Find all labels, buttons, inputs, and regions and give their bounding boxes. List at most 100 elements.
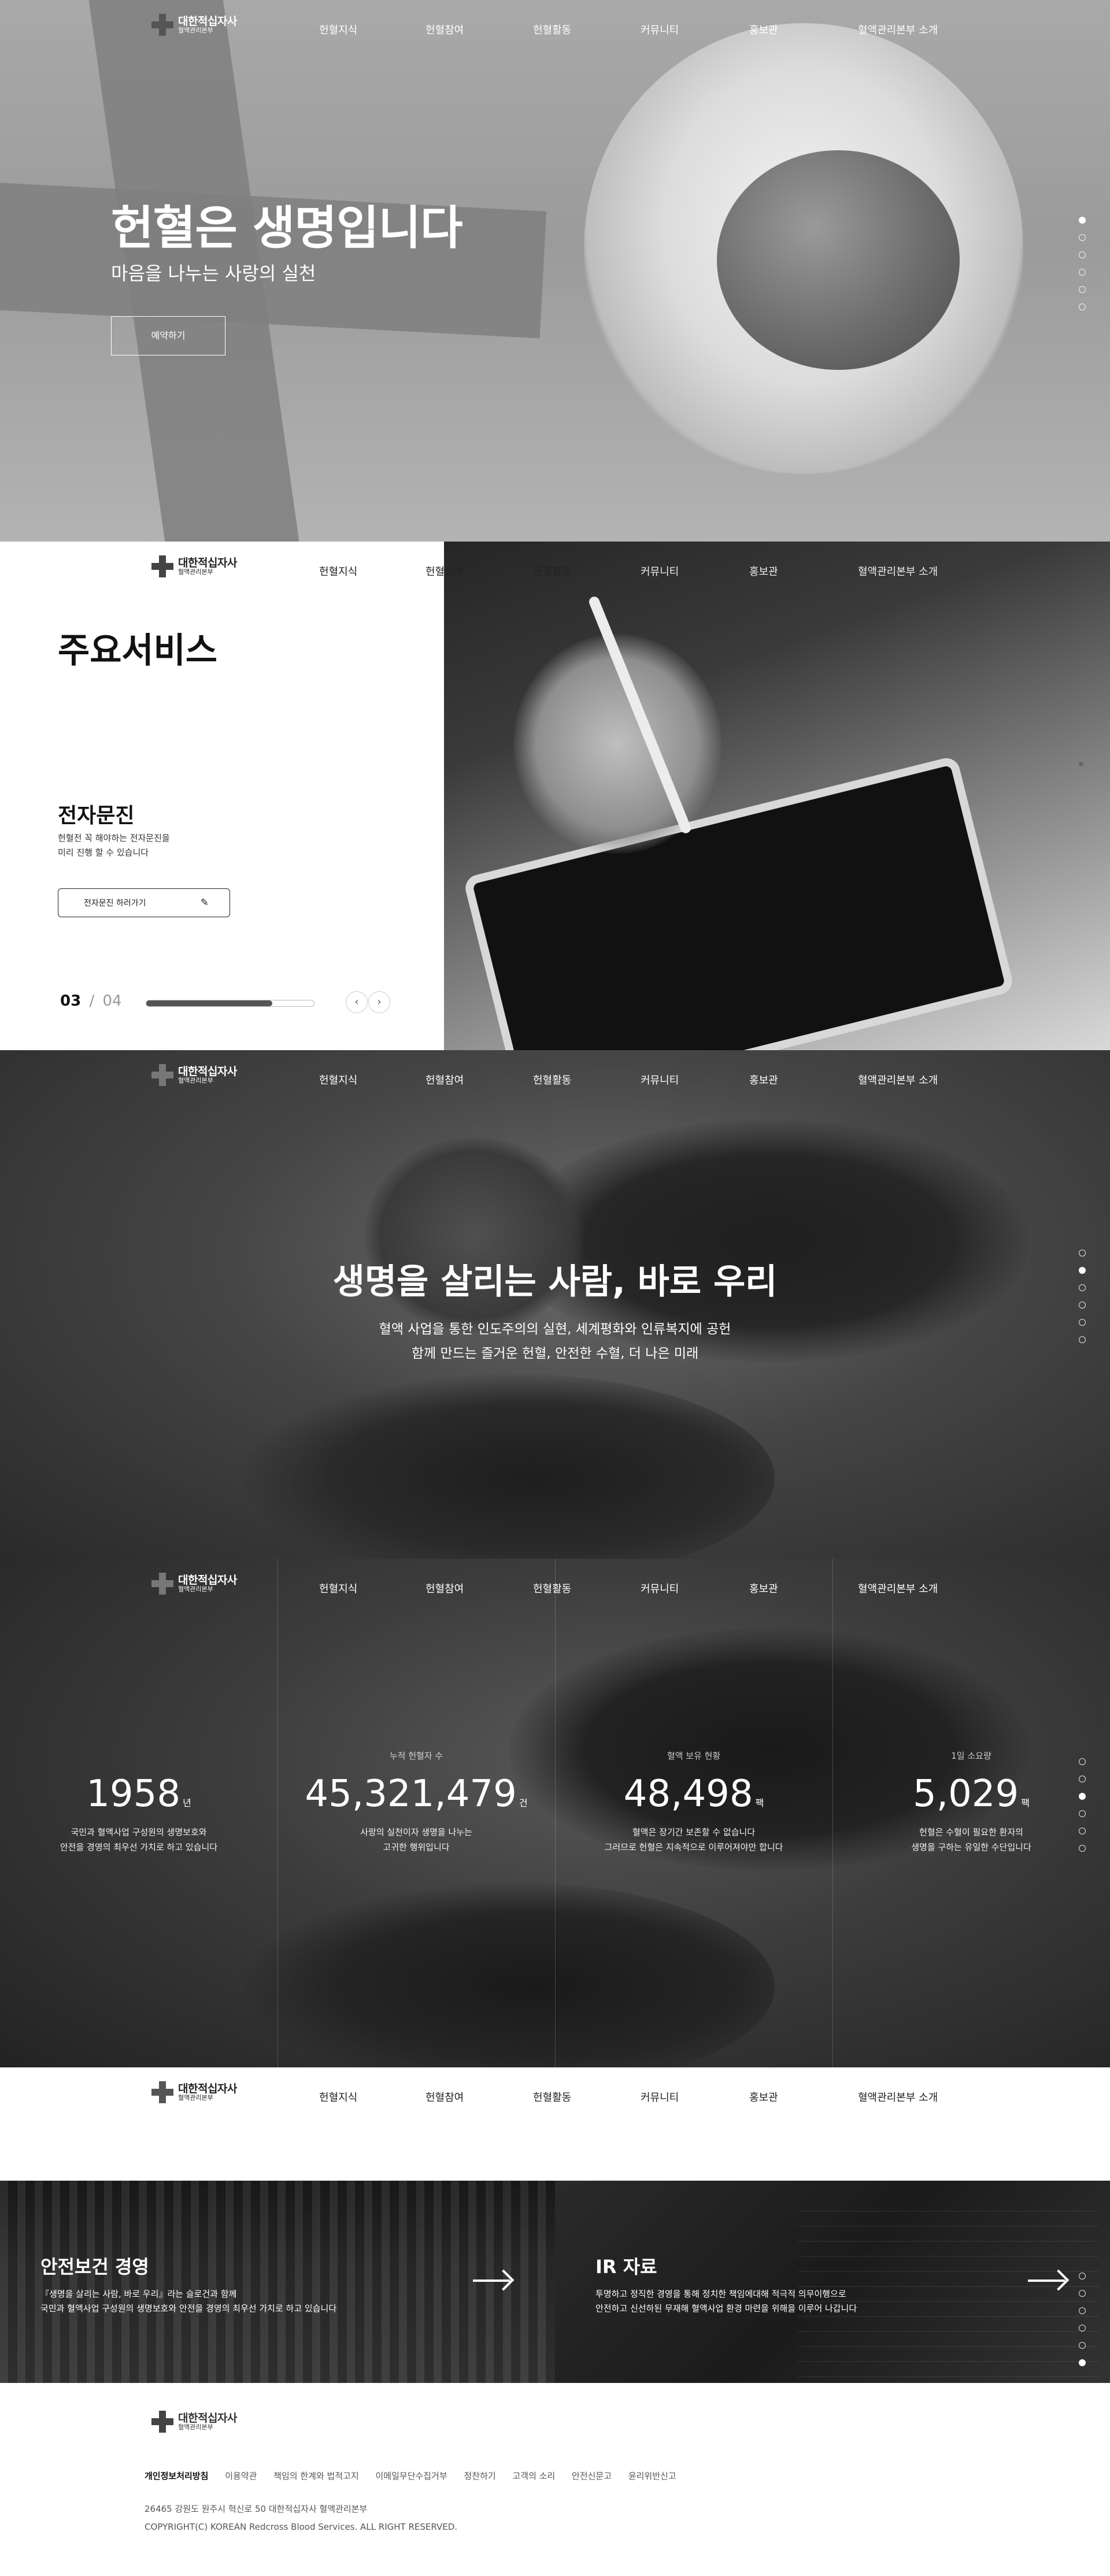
footer-link-safety-report[interactable]: 안전신문고 — [572, 2471, 612, 2481]
stat-unit: 건 — [519, 1797, 528, 1808]
pagination-dot-4[interactable] — [1079, 1810, 1086, 1817]
pagination-dot-4[interactable] — [1079, 1302, 1086, 1309]
safety-banner[interactable]: 안전보건 경영 『생명을 살리는 사람, 바로 우리』라는 슬로건과 함께 국민… — [0, 2181, 555, 2383]
pagination-dot-3[interactable] — [1079, 2307, 1086, 2314]
menu-item-pr[interactable]: 홍보관 — [749, 22, 778, 37]
pagination-dot-6[interactable] — [1079, 303, 1086, 310]
tablet-image — [444, 542, 1110, 1050]
menu-item-about[interactable]: 혈액관리본부 소개 — [858, 564, 938, 579]
menu-item-community[interactable]: 커뮤니티 — [641, 2089, 679, 2104]
ir-banner[interactable]: IR 자료 투명하고 정직한 경영을 통해 정치한 책임에대해 적극적 의무이행… — [555, 2181, 1110, 2383]
pagination-dot-3[interactable] — [1079, 1284, 1086, 1291]
logo[interactable]: 대한적십자사 혈액관리본부 — [151, 1573, 237, 1595]
menu-item-community[interactable]: 커뮤니티 — [641, 1072, 679, 1087]
menu-item-pr[interactable]: 홍보관 — [749, 2089, 778, 2104]
menu-item-pr[interactable]: 홍보관 — [749, 564, 778, 579]
logo[interactable]: 대한적십자사 혈액관리본부 — [151, 555, 237, 577]
menu-item-knowledge[interactable]: 헌혈지식 — [319, 2089, 357, 2104]
footer-link-praise[interactable]: 정찬하기 — [464, 2471, 495, 2481]
menu-item-activity[interactable]: 헌혈활동 — [533, 1072, 571, 1087]
stat-value: 45,321,479 — [305, 1773, 517, 1815]
people-title: 생명을 살리는 사람, 바로 우리 — [332, 1262, 778, 1302]
pagination-dot-2[interactable] — [1079, 1776, 1086, 1782]
menu-item-community[interactable]: 커뮤니티 — [641, 1581, 679, 1596]
footer-link-customer-voice[interactable]: 고객의 소리 — [512, 2471, 555, 2481]
menu-item-participate[interactable]: 헌혈참여 — [426, 22, 464, 37]
pagination-dot-6[interactable] — [1079, 1845, 1086, 1852]
slide-next-button[interactable]: › — [368, 991, 390, 1013]
menu-item-pr[interactable]: 홍보관 — [749, 1072, 778, 1087]
logo-sub: 혈액관리본부 — [178, 2423, 213, 2432]
footer-link-terms[interactable]: 이용약관 — [225, 2471, 257, 2481]
menu-item-community[interactable]: 커뮤니티 — [641, 22, 679, 37]
logo-name: 대한적십자사 — [178, 14, 237, 28]
red-cross-icon — [151, 14, 173, 36]
menu-item-activity[interactable]: 헌혈활동 — [533, 564, 571, 579]
menu-item-activity[interactable]: 헌혈활동 — [533, 22, 571, 37]
slide-progress-bar — [146, 1000, 314, 1007]
slide-current: 03 — [60, 992, 82, 1010]
pagination-dot-2[interactable] — [1079, 234, 1086, 241]
menu-item-activity[interactable]: 헌혈활동 — [533, 2089, 571, 2104]
red-cross-icon — [151, 1064, 173, 1086]
logo[interactable]: 대한적십자사 혈액관리본부 — [151, 1064, 237, 1086]
menu-item-participate[interactable]: 헌혈참여 — [426, 2089, 464, 2104]
menu-item-activity[interactable]: 헌혈활동 — [533, 1581, 571, 1596]
menu-item-participate[interactable]: 헌혈참여 — [426, 1072, 464, 1087]
menu-item-about[interactable]: 혈액관리본부 소개 — [858, 2089, 938, 2104]
footer-link-privacy[interactable]: 개인정보처리방침 — [145, 2471, 208, 2481]
pagination-dot-5[interactable] — [1079, 1319, 1086, 1326]
menu-item-pr[interactable]: 홍보관 — [749, 1581, 778, 1596]
hero-title: 헌혈은 생명입니다 — [111, 201, 463, 255]
pagination-dot-1[interactable] — [1079, 1758, 1086, 1765]
forest-image — [0, 2181, 555, 2383]
pagination-dot-4[interactable] — [1079, 269, 1086, 276]
footer-link-email-refusal[interactable]: 이메일무단수집거부 — [376, 2471, 447, 2481]
stats-section: 대한적십자사 혈액관리본부 헌혈지식 헌혈참여 헌혈활동 커뮤니티 홍보관 혈액… — [0, 1559, 1110, 2067]
menu-item-knowledge[interactable]: 헌혈지식 — [319, 1581, 357, 1596]
slide-prev-button[interactable]: ‹ — [346, 991, 368, 1013]
hero-subtitle: 마음을 나누는 사랑의 실천 — [111, 262, 316, 284]
stat-value: 1958 — [86, 1773, 181, 1815]
pagination-dot-2[interactable] — [1079, 2290, 1086, 2297]
top-nav-stats: 대한적십자사 혈액관리본부 헌혈지식 헌혈참여 헌혈활동 커뮤니티 홍보관 혈액… — [0, 1559, 1110, 1617]
menu-item-about[interactable]: 혈액관리본부 소개 — [858, 22, 938, 37]
menu-item-about[interactable]: 혈액관리본부 소개 — [858, 1072, 938, 1087]
footer-link-ethics-report[interactable]: 윤리위반신고 — [628, 2471, 676, 2481]
logo-sub: 혈액관리본부 — [178, 1077, 213, 1085]
pagination-dot-5[interactable] — [1079, 1828, 1086, 1834]
logo[interactable]: 대한적십자사 혈액관리본부 — [151, 14, 237, 36]
service-pagination-dot[interactable] — [1079, 762, 1083, 766]
pagination-dot-1[interactable] — [1079, 1250, 1086, 1257]
menu-item-knowledge[interactable]: 헌혈지식 — [319, 1072, 357, 1087]
menu-item-knowledge[interactable]: 헌혈지식 — [319, 22, 357, 37]
menu-item-community[interactable]: 커뮤니티 — [641, 564, 679, 579]
menu-item-about[interactable]: 혈액관리본부 소개 — [858, 1581, 938, 1596]
pagination-dot-5[interactable] — [1079, 2342, 1086, 2349]
footer-logo[interactable]: 대한적십자사 혈액관리본부 — [151, 2411, 237, 2433]
stat-desc-2: 그러므로 헌혈은 지속적으로 이루어져야만 합니다 — [604, 1842, 783, 1852]
pagination-dot-3[interactable] — [1079, 251, 1086, 258]
pagination-dot-2[interactable] — [1079, 1267, 1086, 1274]
service-panel — [0, 542, 444, 1050]
menu-item-knowledge[interactable]: 헌혈지식 — [319, 564, 357, 579]
stat-label: 누적 헌혈자 수 — [389, 1751, 443, 1761]
e-questionnaire-button[interactable]: 전자문진 하러가기 ✎ — [58, 888, 230, 917]
logo-name: 대한적십자사 — [178, 556, 237, 569]
pagination-dot-6[interactable] — [1079, 1336, 1086, 1343]
menu-item-participate[interactable]: 헌혈참여 — [426, 564, 464, 579]
logo[interactable]: 대한적십자사 혈액관리본부 — [151, 2081, 237, 2103]
pagination-dot-4[interactable] — [1079, 2325, 1086, 2332]
pagination-dot-5[interactable] — [1079, 286, 1086, 293]
menu-item-participate[interactable]: 헌혈참여 — [426, 1581, 464, 1596]
pagination-dot-1[interactable] — [1079, 217, 1086, 224]
pagination-dot-3[interactable] — [1079, 1793, 1086, 1800]
footer-link-legal[interactable]: 책임의 한계와 법적고지 — [273, 2471, 359, 2481]
logo-sub: 혈액관리본부 — [178, 2094, 213, 2102]
people-desc-1: 혈액 사업을 통한 인도주의의 실현, 세계평화와 인류복지에 공헌 — [379, 1322, 731, 1337]
stat-desc-2: 고귀한 행위입니다 — [383, 1842, 450, 1852]
pagination-dot-6[interactable] — [1079, 2359, 1086, 2366]
red-cross-icon — [151, 555, 173, 577]
pagination-dot-1[interactable] — [1079, 2273, 1086, 2280]
reserve-button[interactable]: 예약하기 — [111, 316, 225, 355]
